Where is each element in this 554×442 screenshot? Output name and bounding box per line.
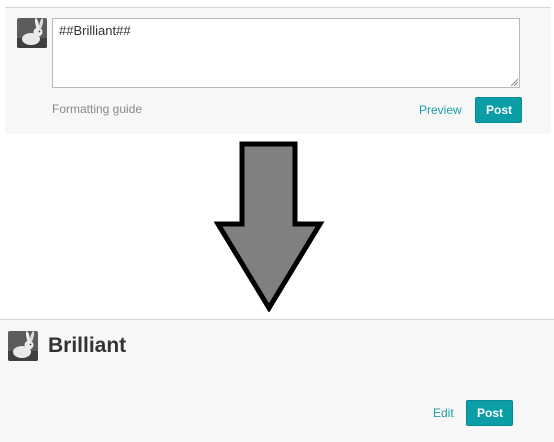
rendered-heading: Brilliant <box>48 334 127 357</box>
post-button[interactable]: Post <box>475 97 522 123</box>
rabbit-avatar-icon <box>17 18 47 48</box>
formatting-guide-link[interactable]: Formatting guide <box>52 102 142 116</box>
down-arrow-icon <box>214 141 325 312</box>
compose-panel: ##Brilliant## Formatting guide Preview P… <box>5 7 551 134</box>
comment-editor[interactable]: ##Brilliant## <box>52 18 520 88</box>
resize-grip-icon[interactable] <box>510 78 518 86</box>
preview-link[interactable]: Preview <box>419 103 462 117</box>
page: ##Brilliant## Formatting guide Preview P… <box>0 0 554 442</box>
edit-link[interactable]: Edit <box>433 406 454 420</box>
rendered-comment-panel: Brilliant Edit Post <box>0 319 554 442</box>
post-button[interactable]: Post <box>466 400 513 426</box>
rabbit-avatar-icon <box>8 331 38 361</box>
